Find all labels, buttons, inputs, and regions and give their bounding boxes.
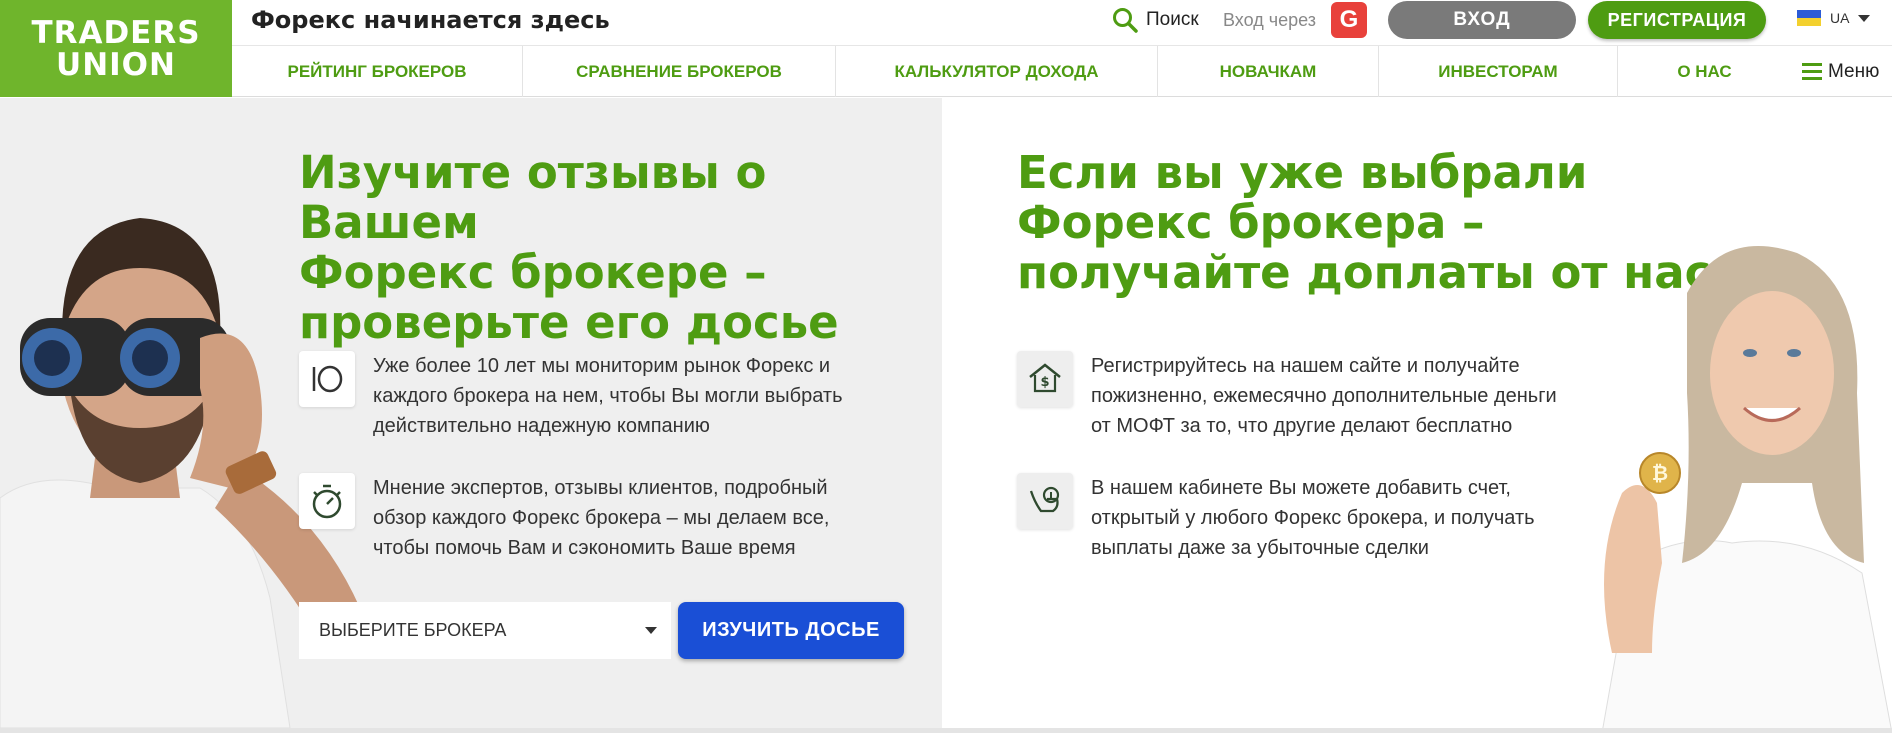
feature-line: каждого брокера на нем, чтобы Вы могли в…: [373, 385, 843, 407]
feature-line: выплаты даже за убыточные сделки: [1091, 537, 1429, 559]
left-hero-title: Изучите отзывы о Вашем Форекс брокере – …: [299, 148, 942, 348]
search-icon: [1113, 8, 1138, 33]
feature-text: Уже более 10 лет мы мониторим рынок Форе…: [373, 351, 842, 441]
svg-text:$: $: [1040, 375, 1049, 390]
study-dossier-button[interactable]: ИЗУЧИТЬ ДОСЬЕ: [678, 602, 904, 659]
feature-item: Уже более 10 лет мы мониторим рынок Форе…: [299, 351, 842, 441]
feature-line: открытый у любого Форекс брокера, и полу…: [1091, 507, 1535, 529]
hamburger-icon: [1802, 63, 1822, 80]
top-bar: Форекс начинается здесь Поиск Вход через…: [232, 0, 1892, 46]
money-house-icon: $: [1017, 351, 1073, 407]
nav-item-about[interactable]: О НАС: [1618, 46, 1791, 97]
nav-item-broker-comparison[interactable]: СРАВНЕНИЕ БРОКЕРОВ: [523, 46, 836, 97]
broker-select-value: ВЫБЕРИТЕ БРОКЕРА: [319, 620, 507, 640]
language-selector[interactable]: UA: [1797, 10, 1871, 26]
feature-line: обзор каждого Форекс брокера – мы делаем…: [373, 507, 830, 529]
ten-years-icon: [299, 351, 355, 407]
chevron-down-icon: [1858, 14, 1871, 22]
login-via-label: Вход через: [1223, 10, 1316, 30]
nav-item-income-calculator[interactable]: КАЛЬКУЛЯТОР ДОХОДА: [836, 46, 1158, 97]
language-code: UA: [1830, 10, 1850, 26]
chevron-down-icon: [645, 627, 657, 634]
search-label: Поиск: [1146, 9, 1199, 30]
logo-line-1: TRADERS: [31, 14, 201, 51]
svg-text:₿: ₿: [1652, 461, 1668, 485]
site-header: TRADERS UNION Форекс начинается здесь По…: [0, 0, 1892, 97]
menu-label: Меню: [1828, 60, 1880, 82]
woman-with-bitcoin-image: ₿: [1602, 246, 1892, 728]
feature-line: Регистрируйтесь на нашем сайте и получай…: [1091, 355, 1520, 377]
feature-line: от МОФТ за то, что другие делают бесплат…: [1091, 415, 1513, 437]
google-icon: G: [1339, 6, 1359, 33]
slogan: Форекс начинается здесь: [251, 6, 610, 34]
feature-item: $ Регистрируйтесь на нашем сайте и получ…: [1017, 351, 1557, 441]
hand-coin-icon: [1017, 473, 1073, 529]
feature-item: Мнение экспертов, отзывы клиентов, подро…: [299, 473, 829, 563]
left-title-line-1: Изучите отзывы о Вашем: [299, 146, 767, 249]
google-login-button[interactable]: G: [1331, 2, 1367, 38]
feature-text: В нашем кабинете Вы можете добавить счет…: [1091, 473, 1535, 563]
ukraine-flag-icon: [1797, 10, 1821, 26]
feature-line: чтобы помочь Вам и сэкономить Ваше время: [373, 537, 796, 559]
left-title-line-2: Форекс брокере –: [299, 246, 767, 299]
right-title-line-1: Если вы уже выбрали: [1017, 146, 1588, 199]
login-button[interactable]: ВХОД: [1388, 1, 1576, 39]
left-title-line-3: проверьте его досье: [299, 296, 839, 349]
logo[interactable]: TRADERS UNION: [0, 0, 232, 97]
nav-item-broker-rating[interactable]: РЕЙТИНГ БРОКЕРОВ: [232, 46, 523, 97]
feature-line: действительно надежную компанию: [373, 415, 710, 437]
feature-line: пожизненно, ежемесячно дополнительные де…: [1091, 385, 1557, 407]
feature-line: Уже более 10 лет мы мониторим рынок Форе…: [373, 355, 831, 377]
menu-button[interactable]: Меню: [1802, 61, 1892, 83]
right-hero-panel: Если вы уже выбрали Форекс брокера – пол…: [942, 98, 1892, 728]
feature-item: В нашем кабинете Вы можете добавить счет…: [1017, 473, 1535, 563]
feature-text: Мнение экспертов, отзывы клиентов, подро…: [373, 473, 829, 563]
stopwatch-icon: [299, 473, 355, 529]
register-button[interactable]: РЕГИСТРАЦИЯ: [1588, 1, 1766, 39]
logo-line-2: UNION: [56, 46, 176, 83]
nav-item-beginners[interactable]: НОВАЧКАМ: [1158, 46, 1379, 97]
nav-item-investors[interactable]: ИНВЕСТОРАМ: [1379, 46, 1618, 97]
broker-select[interactable]: ВЫБЕРИТЕ БРОКЕРА: [299, 602, 671, 659]
search-button[interactable]: Поиск: [1112, 7, 1199, 33]
feature-line: В нашем кабинете Вы можете добавить счет…: [1091, 477, 1511, 499]
bottom-divider: [0, 728, 1892, 733]
main-nav: РЕЙТИНГ БРОКЕРОВ СРАВНЕНИЕ БРОКЕРОВ КАЛЬ…: [232, 46, 1892, 97]
feature-line: Мнение экспертов, отзывы клиентов, подро…: [373, 477, 828, 499]
feature-text: Регистрируйтесь на нашем сайте и получай…: [1091, 351, 1557, 441]
